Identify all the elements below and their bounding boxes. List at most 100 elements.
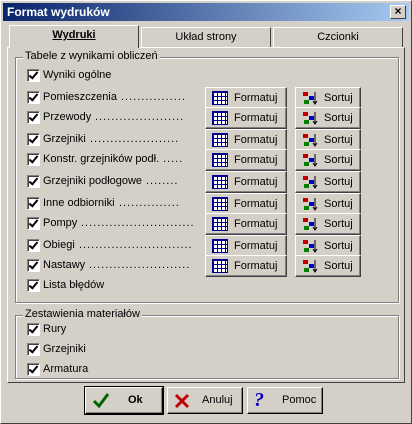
checkbox-label: Grzejniki <box>43 343 86 355</box>
ok-label: Ok <box>128 394 143 406</box>
sort-icon <box>303 260 318 273</box>
checkbox[interactable] <box>27 153 40 166</box>
table-row: Grzejniki podłogowe........ Formatuj Sortu… <box>27 171 399 193</box>
sort-button[interactable]: Sortuj <box>295 87 361 109</box>
format-button[interactable]: Formatuj <box>205 87 287 109</box>
checkbox-label: Nastawy <box>43 259 86 271</box>
checkbox-label: Grzejniki podłogowe <box>43 175 143 187</box>
dot-leader: ......................... <box>89 259 191 271</box>
checkbox-label: Grzejniki <box>43 133 86 145</box>
materials-row: Rury <box>27 321 399 339</box>
format-button[interactable]: Formatuj <box>205 193 287 215</box>
format-button[interactable]: Formatuj <box>205 129 287 151</box>
sort-label: Sortuj <box>324 92 353 104</box>
table-row: Lista błędów <box>27 277 399 295</box>
checkbox-label: Pompy <box>43 217 78 229</box>
checkbox-label: Lista błędów <box>43 279 105 291</box>
format-button[interactable]: Formatuj <box>205 149 287 171</box>
sort-label: Sortuj <box>324 198 353 210</box>
format-button[interactable]: Formatuj <box>205 235 287 257</box>
sort-button[interactable]: Sortuj <box>295 255 361 277</box>
sort-icon <box>303 218 318 231</box>
table-grid-icon <box>212 259 228 273</box>
checkbox[interactable] <box>27 69 40 82</box>
checkbox[interactable] <box>27 197 40 210</box>
format-button[interactable]: Formatuj <box>205 213 287 235</box>
format-button[interactable]: Formatuj <box>205 107 287 129</box>
table-grid-icon <box>212 175 228 189</box>
materials-row: Armatura <box>27 361 399 379</box>
format-dialog: Format wydruków × Wydruki Układ strony C… <box>0 0 412 424</box>
checkbox[interactable] <box>27 239 40 252</box>
sort-label: Sortuj <box>324 176 353 188</box>
table-grid-icon <box>212 133 228 147</box>
format-label: Formatuj <box>234 134 278 146</box>
table-row: Pompy............................ Formatu… <box>27 213 399 235</box>
table-grid-icon <box>212 239 228 253</box>
close-button[interactable]: × <box>390 5 406 19</box>
sort-button[interactable]: Sortuj <box>295 193 361 215</box>
ok-button[interactable]: Ok <box>84 386 164 415</box>
table-grid-icon <box>212 197 228 211</box>
format-label: Formatuj <box>234 240 278 252</box>
title-bar[interactable]: Format wydruków × <box>3 3 409 21</box>
checkbox-label: Rury <box>43 323 67 335</box>
checkbox-label: Obiegi <box>43 239 75 251</box>
dot-leader: ............... <box>119 197 180 209</box>
cancel-button[interactable]: Anuluj <box>167 387 243 414</box>
tab-czcionki[interactable]: Czcionki <box>273 27 403 47</box>
sort-label: Sortuj <box>324 260 353 272</box>
table-grid-icon <box>212 91 228 105</box>
checkbox[interactable] <box>27 343 40 356</box>
sort-icon <box>303 176 318 189</box>
checkbox-label: Wyniki ogólne <box>43 69 112 81</box>
checkbox[interactable] <box>27 133 40 146</box>
format-button[interactable]: Formatuj <box>205 255 287 277</box>
table-row: Pomieszczenia................ Formatuj Sor… <box>27 87 399 109</box>
format-button[interactable]: Formatuj <box>205 171 287 193</box>
checkbox[interactable] <box>27 323 40 336</box>
question-mark-icon: ? <box>254 389 264 411</box>
checkbox[interactable] <box>27 217 40 230</box>
sort-button[interactable]: Sortuj <box>295 149 361 171</box>
table-row: Konstr. grzejników podł...... Formatuj Sor… <box>27 149 399 171</box>
checkbox[interactable] <box>27 363 40 376</box>
sort-button[interactable]: Sortuj <box>295 107 361 129</box>
sort-label: Sortuj <box>324 240 353 252</box>
checkbox[interactable] <box>27 91 40 104</box>
checkbox[interactable] <box>27 175 40 188</box>
checkbox[interactable] <box>27 279 40 292</box>
table-grid-icon <box>212 153 228 167</box>
checkbox[interactable] <box>27 259 40 272</box>
sort-label: Sortuj <box>324 134 353 146</box>
format-label: Formatuj <box>234 112 278 124</box>
table-grid-icon <box>212 111 228 125</box>
checkmark-icon <box>92 393 110 409</box>
dot-leader: ............................ <box>79 239 193 251</box>
tab-uklad-strony[interactable]: Układ strony <box>141 27 271 47</box>
table-row: Inne odbiorniki............... Formatuj So… <box>27 193 399 215</box>
sort-button[interactable]: Sortuj <box>295 235 361 257</box>
table-row: Wyniki ogólne <box>27 67 399 85</box>
dot-leader: ........ <box>146 175 179 187</box>
sort-button[interactable]: Sortuj <box>295 171 361 193</box>
format-label: Formatuj <box>234 218 278 230</box>
materials-row: Grzejniki <box>27 341 399 359</box>
checkbox-label: Konstr. grzejników podł. <box>43 153 160 165</box>
red-x-icon <box>174 393 190 409</box>
format-label: Formatuj <box>234 198 278 210</box>
sort-button[interactable]: Sortuj <box>295 213 361 235</box>
help-button[interactable]: ? Pomoc <box>247 387 323 414</box>
checkbox-label: Inne odbiorniki <box>43 197 115 209</box>
table-row: Przewody...................... Formatuj So… <box>27 107 399 129</box>
checkbox-label: Armatura <box>43 363 89 375</box>
cancel-label: Anuluj <box>202 394 233 406</box>
help-label: Pomoc <box>282 394 317 406</box>
format-label: Formatuj <box>234 176 278 188</box>
sort-button[interactable]: Sortuj <box>295 129 361 151</box>
sort-icon <box>303 240 318 253</box>
dot-leader: ................ <box>121 91 186 103</box>
checkbox[interactable] <box>27 111 40 124</box>
tab-wydruki[interactable]: Wydruki <box>9 25 139 48</box>
table-grid-icon <box>212 217 228 231</box>
